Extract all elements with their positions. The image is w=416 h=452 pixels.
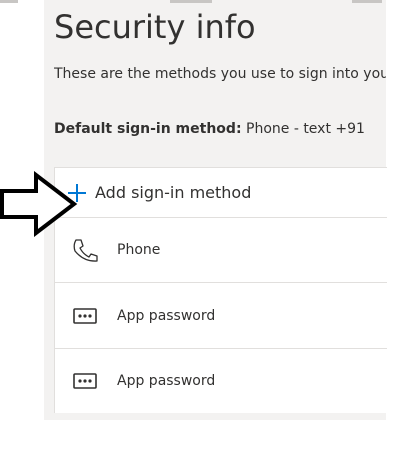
method-label: Phone xyxy=(117,242,161,258)
method-row-app-password: App password xyxy=(55,283,387,349)
phone-icon xyxy=(71,238,99,262)
method-label: App password xyxy=(117,307,216,324)
app-password-icon xyxy=(71,304,99,328)
default-method-label: Default sign-in method: xyxy=(54,121,242,137)
method-row-phone: Phone xyxy=(55,218,387,283)
add-sign-in-method-label: Add sign-in method xyxy=(95,183,252,202)
page-title: Security info xyxy=(54,8,256,46)
pointer-arrow-annotation xyxy=(0,171,78,237)
method-label: App password xyxy=(117,373,216,389)
methods-card: Add sign-in method Phone App password Ap… xyxy=(54,167,387,413)
method-row-app-password: App password xyxy=(55,349,387,413)
page-description: These are the methods you use to sign in… xyxy=(54,66,386,82)
default-method-value: Phone - text +91 xyxy=(241,121,365,137)
app-password-icon xyxy=(71,369,99,393)
add-sign-in-method-button[interactable]: Add sign-in method xyxy=(55,168,387,218)
default-sign-in-method: Default sign-in method: Phone - text +91 xyxy=(54,121,386,137)
